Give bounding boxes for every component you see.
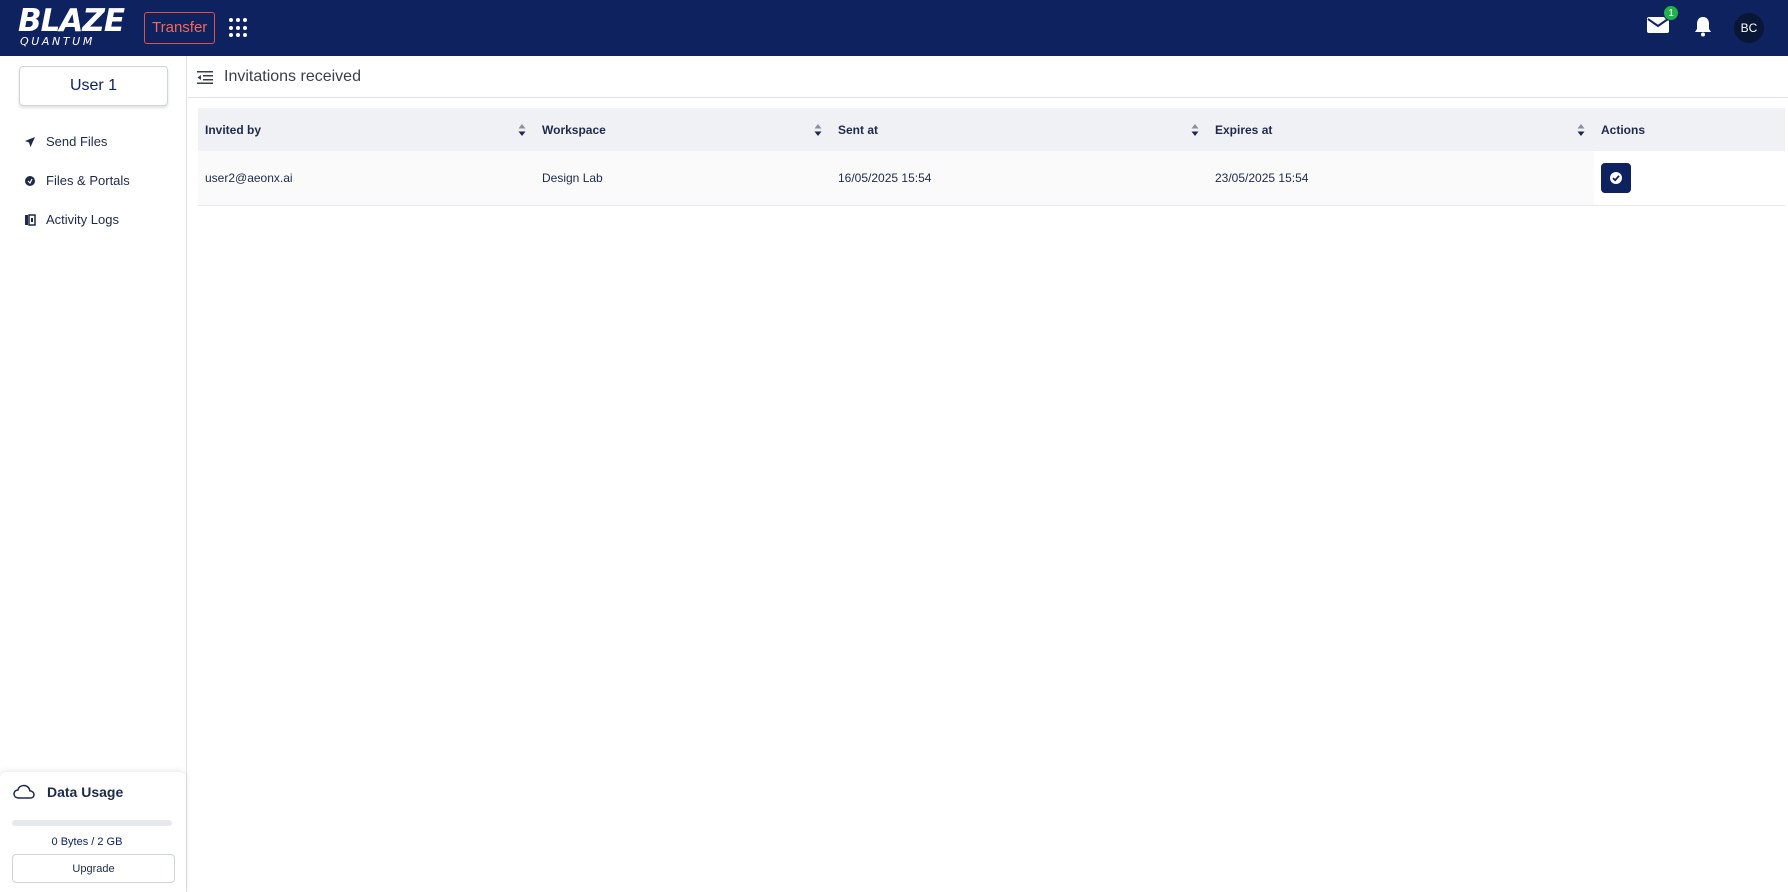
table-row: user2@aeonx.ai Design Lab 16/05/2025 15:… [198,151,1785,206]
column-header-label: Actions [1601,122,1646,137]
transfer-product-button[interactable]: Transfer [144,12,216,44]
user-selector-button[interactable]: User 1 [19,66,168,106]
sidebar-item-activity-logs[interactable]: Activity Logs [0,200,187,239]
sidebar-nav: Send Files Files & Portals Activity Logs [0,122,187,239]
bell-icon[interactable] [1692,15,1714,37]
top-bar: BLAZE QUANTUM Transfer 1 BC [0,0,1788,56]
column-header-label: Workspace [542,122,606,137]
column-header-workspace[interactable]: Workspace [535,108,831,151]
data-usage-card: Data Usage 0 Bytes / 2 GB Upgrade [0,772,186,892]
column-header-sent-at[interactable]: Sent at [831,108,1208,151]
upgrade-button[interactable]: Upgrade [12,854,175,883]
sidebar-item-label: Send Files [46,134,108,149]
sidebar-item-send-files[interactable]: Send Files [0,122,187,161]
page-header: Invitations received [188,56,1788,98]
page-title: Invitations received [224,67,361,85]
sort-icon[interactable] [1577,123,1585,137]
cell-workspace: Design Lab [535,151,831,206]
sidebar-item-label: Files & Portals [46,173,130,188]
logo-main-text: BLAZE [18,3,125,39]
sort-icon[interactable] [814,123,822,137]
column-header-label: Expires at [1215,122,1273,137]
cell-actions [1594,151,1785,206]
table-header-row: Invited by Workspace Sent at Expires at [198,108,1785,151]
send-icon [25,136,35,147]
user-avatar[interactable]: BC [1734,13,1764,43]
column-header-actions: Actions [1594,108,1785,151]
column-header-expires-at[interactable]: Expires at [1208,108,1594,151]
accept-invitation-button[interactable] [1601,162,1631,193]
main-content: Invitations received Invited by Workspac… [188,56,1788,892]
invitations-table: Invited by Workspace Sent at Expires at [198,108,1785,206]
data-usage-progress-bar [12,820,172,826]
cell-expires-at: 23/05/2025 15:54 [1208,151,1594,206]
data-usage-title: Data Usage [47,784,124,800]
data-usage-header: Data Usage [13,784,123,800]
collapse-sidebar-icon[interactable] [196,69,214,85]
sidebar: User 1 Send Files Files & Portals Activi… [0,56,187,892]
cloud-icon [13,784,35,799]
column-header-label: Sent at [838,122,879,137]
sort-icon[interactable] [518,123,526,137]
activity-logs-icon [25,213,36,226]
column-header-label: Invited by [205,122,262,137]
sidebar-item-files-portals[interactable]: Files & Portals [0,161,187,200]
sort-icon[interactable] [1191,123,1199,137]
blaze-quantum-logo[interactable]: BLAZE QUANTUM [18,6,126,50]
cell-invited-by: user2@aeonx.ai [198,151,535,206]
cell-sent-at: 16/05/2025 15:54 [831,151,1208,206]
apps-grid-icon[interactable] [229,18,249,38]
sidebar-item-label: Activity Logs [46,212,119,227]
check-circle-icon [1610,171,1622,184]
data-usage-text: 0 Bytes / 2 GB [51,836,123,848]
column-header-invited-by[interactable]: Invited by [198,108,535,151]
files-portals-icon [25,175,35,186]
mail-unread-badge: 1 [1663,5,1679,21]
